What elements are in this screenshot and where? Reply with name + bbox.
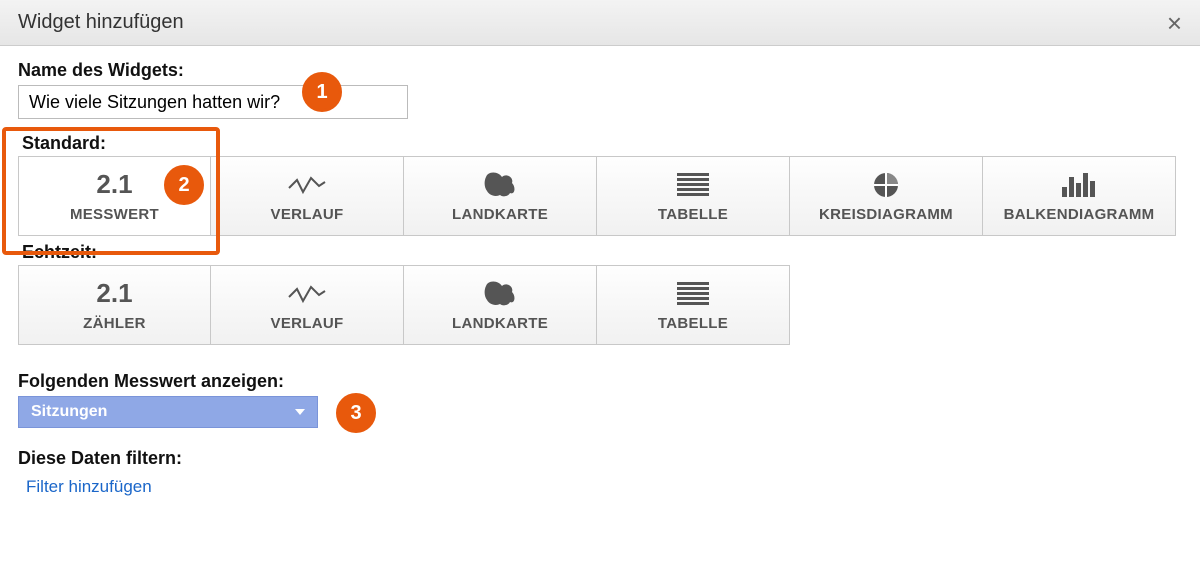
metric-dropdown-value: Sitzungen xyxy=(31,403,107,421)
tile-rt-tabelle[interactable]: TABELLE xyxy=(597,265,790,345)
tile-label: LANDKARTE xyxy=(452,315,548,332)
realtime-label: Echtzeit: xyxy=(22,242,1182,263)
add-filter-link[interactable]: Filter hinzufügen xyxy=(26,477,152,497)
filter-section: Diese Daten filtern: Filter hinzufügen xyxy=(18,448,1182,497)
annotation-badge-3: 3 xyxy=(336,393,376,433)
map-icon xyxy=(482,170,518,200)
standard-label: Standard: xyxy=(22,133,1182,154)
tile-label: LANDKARTE xyxy=(452,206,548,223)
tile-balkendiagramm[interactable]: BALKENDIAGRAMM xyxy=(983,156,1176,236)
timeline-icon xyxy=(287,279,327,309)
tile-label: VERLAUF xyxy=(271,206,344,223)
tile-rt-landkarte[interactable]: LANDKARTE xyxy=(404,265,597,345)
tile-label: ZÄHLER xyxy=(83,315,146,332)
standard-section: Standard: 2.1 MESSWERT VERLAUF LANDKARTE xyxy=(18,133,1182,236)
tile-label: TABELLE xyxy=(658,315,728,332)
map-icon xyxy=(482,279,518,309)
tile-landkarte[interactable]: LANDKARTE xyxy=(404,156,597,236)
filter-label: Diese Daten filtern: xyxy=(18,448,1182,469)
tile-label: MESSWERT xyxy=(70,206,159,223)
dialog-content: Name des Widgets: 1 Standard: 2.1 MESSWE… xyxy=(0,46,1200,497)
timeline-icon xyxy=(287,170,327,200)
tile-label: BALKENDIAGRAMM xyxy=(1004,206,1155,223)
close-icon[interactable]: × xyxy=(1167,10,1182,36)
metric-section: Folgenden Messwert anzeigen: Sitzungen 3 xyxy=(18,371,1182,428)
tile-verlauf[interactable]: VERLAUF xyxy=(211,156,404,236)
realtime-tile-row: 2.1 ZÄHLER VERLAUF LANDKARTE TABELLE xyxy=(18,265,1182,345)
tile-label: VERLAUF xyxy=(271,315,344,332)
metric-dropdown[interactable]: Sitzungen xyxy=(18,396,318,428)
tile-label: KREISDIAGRAMM xyxy=(819,206,953,223)
metric-number-icon: 2.1 xyxy=(96,170,132,200)
annotation-badge-1: 1 xyxy=(302,72,342,112)
table-icon xyxy=(677,279,709,309)
widget-name-input[interactable] xyxy=(18,85,408,119)
realtime-section: Echtzeit: 2.1 ZÄHLER VERLAUF LANDKARTE xyxy=(18,242,1182,345)
annotation-badge-2: 2 xyxy=(164,165,204,205)
chevron-down-icon xyxy=(295,409,305,415)
metric-label: Folgenden Messwert anzeigen: xyxy=(18,371,1182,392)
widget-name-label: Name des Widgets: xyxy=(18,60,1182,81)
counter-number-icon: 2.1 xyxy=(96,279,132,309)
table-icon xyxy=(677,170,709,200)
tile-kreisdiagramm[interactable]: KREISDIAGRAMM xyxy=(790,156,983,236)
tile-label: TABELLE xyxy=(658,206,728,223)
pie-chart-icon xyxy=(872,170,900,200)
dialog-title: Widget hinzufügen xyxy=(18,11,184,34)
tile-rt-verlauf[interactable]: VERLAUF xyxy=(211,265,404,345)
dialog-header: Widget hinzufügen × xyxy=(0,0,1200,46)
bar-chart-icon xyxy=(1062,170,1096,200)
tile-tabelle[interactable]: TABELLE xyxy=(597,156,790,236)
tile-zaehler[interactable]: 2.1 ZÄHLER xyxy=(18,265,211,345)
widget-name-row: Name des Widgets: 1 xyxy=(18,60,1182,119)
